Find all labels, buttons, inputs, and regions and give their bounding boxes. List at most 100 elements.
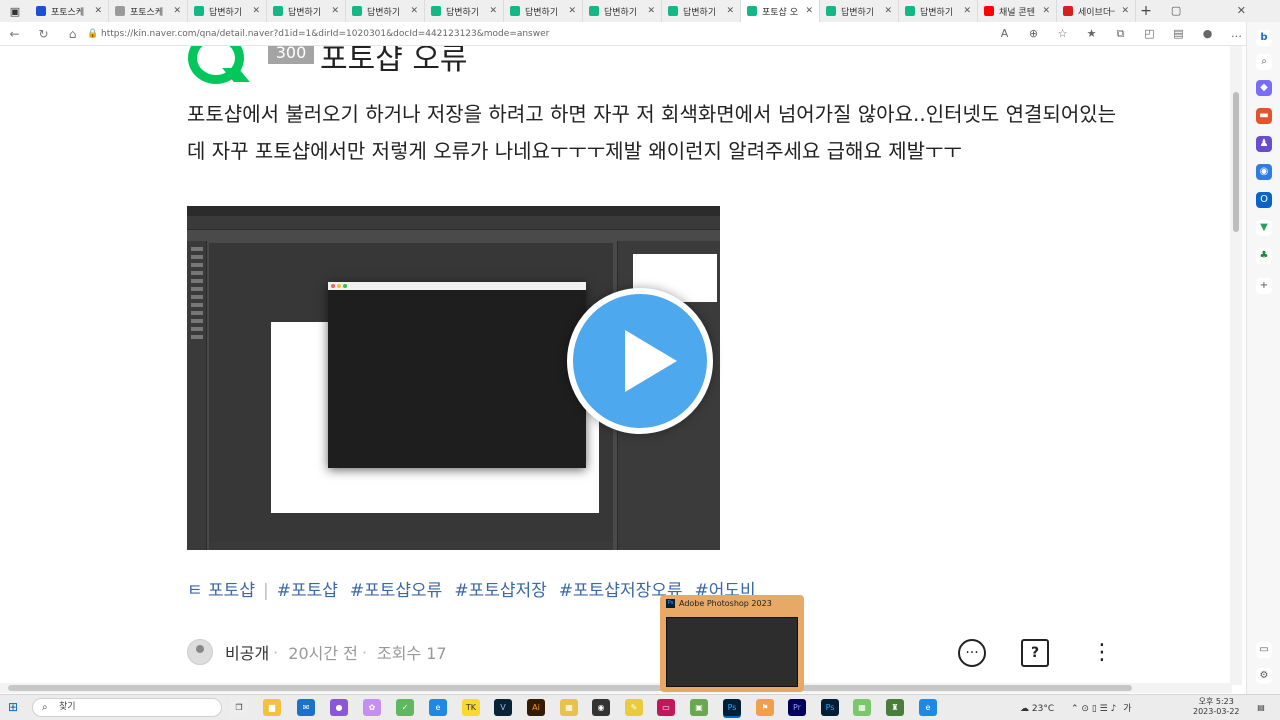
close-tab-icon[interactable]: ✕ (252, 6, 260, 16)
vertical-scrollbar[interactable] (1230, 46, 1242, 685)
add-sidebar-icon[interactable]: + (1256, 278, 1272, 294)
close-tab-icon[interactable]: ✕ (726, 6, 734, 16)
tab-actions-icon[interactable]: ▣ (0, 0, 30, 22)
tools-icon[interactable]: ▬ (1256, 108, 1272, 124)
edge2-icon[interactable]: e (919, 699, 937, 716)
vegas-icon[interactable]: V (494, 699, 512, 716)
photoshop2-icon[interactable]: Ps (821, 699, 839, 716)
address-input[interactable]: https://kin.naver.com/qna/detail.naver?d… (101, 29, 990, 39)
tag-link[interactable]: #포토샵오류 (350, 581, 442, 601)
file-explorer-icon[interactable]: ▆ (263, 699, 281, 716)
bing-icon[interactable]: b (1256, 30, 1272, 46)
window-controls[interactable]: – ▢ ✕ (1110, 4, 1272, 17)
app8-icon[interactable]: ▣ (690, 699, 708, 716)
tree-icon[interactable]: ♣ (1256, 248, 1272, 264)
start-icon[interactable]: ⊞ (8, 700, 22, 714)
kakaotalk-icon[interactable]: TK (462, 699, 480, 716)
collections-icon[interactable]: ⧉ (1106, 27, 1135, 41)
browser-tab[interactable]: 답변하기 ✕ (504, 0, 583, 22)
close-tab-icon[interactable]: ✕ (805, 6, 813, 16)
photoshop-taskbar-icon[interactable]: Ps (723, 699, 741, 716)
app-icon[interactable]: ● (330, 699, 348, 716)
mail-icon[interactable]: ✉ (297, 699, 315, 716)
browser-tab[interactable]: 답변하기 ✕ (188, 0, 267, 22)
browser-tab[interactable]: 채널 콘텐 ✕ (978, 0, 1057, 22)
close-tab-icon[interactable]: ✕ (1042, 6, 1050, 16)
zoom-icon[interactable]: ⊕ (1019, 27, 1048, 40)
naver-kin-icon (352, 6, 362, 16)
app7-icon[interactable]: ▭ (657, 699, 675, 716)
tag-separator: | (262, 581, 269, 601)
taskbar-preview[interactable]: Ps Adobe Photoshop 2023 (660, 595, 804, 692)
close-tab-icon[interactable]: ✕ (173, 6, 181, 16)
extensions-icon[interactable]: ◰ (1135, 27, 1164, 40)
app2-icon[interactable]: ✿ (363, 699, 381, 716)
app11-icon[interactable]: ♜ (886, 699, 904, 716)
close-tab-icon[interactable]: ✕ (489, 6, 497, 16)
tab-title: 답변하기 (288, 7, 322, 18)
windows-taskbar: ⊞ ⌕ 찾기 ❐ ▆ ✉ ● ✿ ✓ e TK V Ai ▦ ◉ ✎ ▭ ▣ P… (0, 694, 1280, 720)
close-tab-icon[interactable]: ✕ (94, 6, 102, 16)
sidebar-settings-icon[interactable]: ⚙ (1256, 668, 1272, 684)
profile-avatar[interactable]: ● (1193, 27, 1222, 40)
app5-icon[interactable]: ◉ (592, 699, 610, 716)
browser-tab[interactable]: 포토스케 ✕ (30, 0, 109, 22)
app6-icon[interactable]: ✎ (625, 699, 643, 716)
app10-icon[interactable]: ▦ (853, 699, 871, 716)
horizontal-scrollbar[interactable] (0, 683, 1232, 693)
read-aloud-icon[interactable]: A (990, 27, 1019, 40)
favorite-star-icon[interactable]: ☆ (1048, 27, 1077, 40)
browser-tab[interactable]: 답변하기 ✕ (425, 0, 504, 22)
play-button[interactable] (567, 288, 713, 434)
favorites-icon[interactable]: ★ (1077, 27, 1106, 40)
tag-link[interactable]: #포토샵저장 (454, 581, 546, 601)
task-view-icon[interactable]: ❐ (230, 699, 248, 716)
app4-icon[interactable]: ▦ (560, 699, 578, 716)
drop-icon[interactable]: ▼ (1256, 220, 1272, 236)
question-report-icon[interactable]: ? (1021, 639, 1049, 667)
sidebar-layout-icon[interactable]: ▭ (1256, 642, 1272, 658)
app3-icon[interactable]: ✓ (396, 699, 414, 716)
browser-tab[interactable]: 답변하기 ✕ (346, 0, 425, 22)
clock[interactable]: 오후 5:23 2023-03-22 (1193, 697, 1240, 717)
naver-kin-icon (194, 6, 204, 16)
ime-indicator: 가 (1123, 704, 1132, 714)
tag-icon[interactable]: ◆ (1256, 80, 1272, 96)
site-info-icon[interactable]: 🔒 (87, 29, 101, 39)
browser-tab[interactable]: 답변하기 ✕ (267, 0, 346, 22)
browser-tab[interactable]: 포토샵 오 ✕ (741, 0, 820, 22)
more-menu-icon[interactable]: ⋮ (1088, 639, 1116, 667)
more-tools-icon[interactable]: ▤ (1164, 27, 1193, 40)
browser-tab[interactable]: 포토스케 ✕ (109, 0, 188, 22)
close-tab-icon[interactable]: ✕ (410, 6, 418, 16)
tag-link[interactable]: #포토샵 (277, 581, 338, 601)
outlook-icon[interactable]: O (1256, 192, 1272, 208)
close-tab-icon[interactable]: ✕ (331, 6, 339, 16)
office-icon[interactable]: ◉ (1256, 164, 1272, 180)
comment-icon[interactable]: ··· (958, 639, 986, 667)
close-tab-icon[interactable]: ✕ (963, 6, 971, 16)
tag-prefix[interactable]: ㅌ 포토샵 (187, 581, 255, 601)
back-icon[interactable]: ← (0, 27, 29, 41)
close-tab-icon[interactable]: ✕ (647, 6, 655, 16)
clock-date: 2023-03-22 (1193, 707, 1240, 716)
notification-icon[interactable]: ▤ (1252, 699, 1270, 716)
browser-tab[interactable]: 답변하기 ✕ (820, 0, 899, 22)
tray-chevron-icon: ⌃ (1071, 704, 1079, 714)
illustrator-icon[interactable]: Ai (527, 699, 545, 716)
close-tab-icon[interactable]: ✕ (884, 6, 892, 16)
edge-icon[interactable]: e (429, 699, 447, 716)
search-icon[interactable]: ⌕ (1256, 54, 1272, 70)
browser-tab[interactable]: 답변하기 ✕ (899, 0, 978, 22)
refresh-icon[interactable]: ↻ (29, 27, 58, 41)
taskbar-search[interactable]: ⌕ 찾기 (32, 698, 222, 717)
home-icon[interactable]: ⌂ (58, 27, 87, 41)
app9-icon[interactable]: ⚑ (756, 699, 774, 716)
browser-tab[interactable]: 답변하기 ✕ (583, 0, 662, 22)
system-tray[interactable]: ☁ 23°C ⌃ ⊙ ▯ ☰ ♪ 가 (1020, 701, 1131, 714)
view-count: 조회수 17 (376, 644, 447, 663)
games-icon[interactable]: ♟ (1256, 136, 1272, 152)
browser-tab[interactable]: 답변하기 ✕ (662, 0, 741, 22)
close-tab-icon[interactable]: ✕ (568, 6, 576, 16)
premiere-icon[interactable]: Pr (788, 699, 806, 716)
